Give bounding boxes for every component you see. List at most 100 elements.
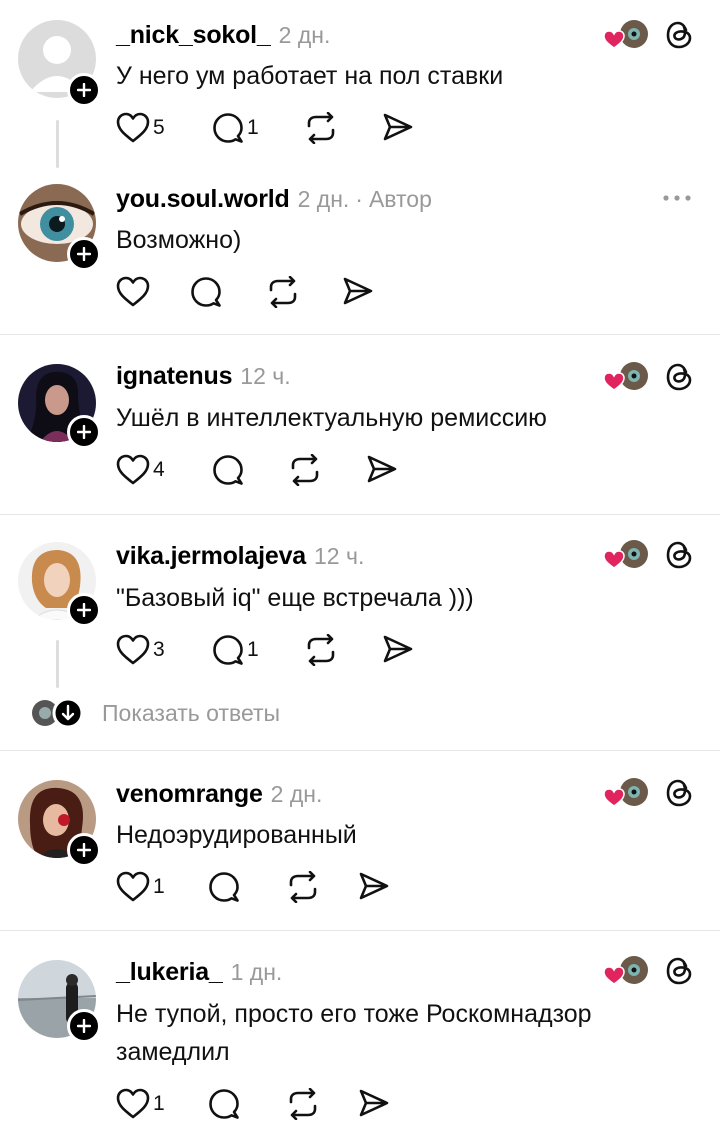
timestamp: 2 дн. bbox=[297, 186, 350, 212]
heart-icon bbox=[116, 1088, 150, 1119]
like-count: 4 bbox=[153, 458, 165, 481]
reply-count: 1 bbox=[247, 638, 259, 661]
comment-button[interactable]: 1 bbox=[212, 634, 259, 666]
repost-icon bbox=[289, 871, 317, 903]
follow-plus-icon[interactable] bbox=[67, 1009, 101, 1043]
threads-logo-icon[interactable] bbox=[664, 955, 694, 987]
comment-text: Недоэрудированный bbox=[116, 821, 357, 849]
like-count: 1 bbox=[153, 1092, 165, 1115]
comment-text: Не тупой, просто его тоже Роскомнадзор з… bbox=[116, 1000, 592, 1066]
timestamp: 2 дн. bbox=[278, 22, 331, 48]
comment-text: Ушёл в интеллектуальную ремиссию bbox=[116, 404, 547, 432]
share-icon bbox=[359, 1089, 389, 1117]
threads-logo-icon[interactable] bbox=[664, 19, 694, 51]
author-label: Автор bbox=[368, 186, 432, 212]
more-icon bbox=[663, 195, 691, 201]
like-button[interactable]: 1 bbox=[116, 871, 165, 903]
divider bbox=[0, 750, 720, 751]
comment-text: "Базовый iq" еще встречала ))) bbox=[116, 584, 474, 612]
repost-icon bbox=[289, 1088, 317, 1120]
share-button[interactable] bbox=[358, 871, 390, 901]
like-button[interactable] bbox=[116, 276, 150, 308]
username[interactable]: _lukeria_ bbox=[116, 958, 223, 987]
show-replies-button[interactable]: Показать ответы bbox=[28, 696, 280, 730]
comment-icon bbox=[191, 277, 221, 307]
repost-button[interactable] bbox=[304, 112, 338, 144]
repost-icon bbox=[269, 276, 297, 308]
heart-icon bbox=[116, 634, 150, 665]
follow-plus-icon[interactable] bbox=[67, 593, 101, 627]
like-button[interactable]: 3 bbox=[116, 634, 165, 666]
timestamp: 2 дн. bbox=[270, 781, 323, 807]
follow-plus-icon[interactable] bbox=[67, 73, 101, 107]
like-count: 1 bbox=[153, 875, 165, 898]
show-replies-label: Показать ответы bbox=[102, 699, 281, 726]
heart-icon bbox=[116, 276, 150, 307]
comment-text: У него ум работает на пол ставки bbox=[116, 62, 504, 90]
follow-plus-icon[interactable] bbox=[67, 833, 101, 867]
share-icon bbox=[367, 455, 397, 483]
repost-button[interactable] bbox=[286, 871, 320, 903]
divider bbox=[0, 930, 720, 931]
comment-button[interactable] bbox=[190, 276, 222, 308]
repost-icon bbox=[307, 112, 335, 144]
username[interactable]: ignatenus bbox=[116, 362, 232, 391]
separator: · bbox=[355, 186, 363, 212]
repost-icon bbox=[291, 454, 319, 486]
comment-icon bbox=[209, 1089, 239, 1119]
threads-logo-icon[interactable] bbox=[664, 361, 694, 393]
reply-avatars bbox=[32, 697, 84, 729]
heart-icon bbox=[116, 454, 150, 485]
thread-line bbox=[56, 640, 59, 688]
comment-text: Возможно) bbox=[116, 226, 242, 254]
divider bbox=[0, 334, 720, 335]
comment-button[interactable]: 1 bbox=[212, 112, 259, 144]
more-button[interactable] bbox=[662, 194, 692, 202]
liked-by-author-icon bbox=[604, 20, 648, 49]
repost-button[interactable] bbox=[288, 454, 322, 486]
comment-button[interactable] bbox=[208, 871, 240, 903]
liked-by-author-icon bbox=[604, 540, 648, 569]
share-button[interactable] bbox=[366, 454, 398, 484]
divider bbox=[0, 514, 720, 515]
liked-by-author-icon bbox=[604, 956, 648, 985]
share-button[interactable] bbox=[382, 112, 414, 142]
like-count: 3 bbox=[153, 638, 165, 661]
username[interactable]: vika.jermolajeva bbox=[116, 542, 306, 571]
comment-icon bbox=[213, 635, 243, 665]
comment-icon bbox=[213, 455, 243, 485]
timestamp: 12 ч. bbox=[314, 543, 365, 569]
username[interactable]: you.soul.world bbox=[116, 185, 290, 214]
share-icon bbox=[343, 277, 373, 305]
comment-button[interactable] bbox=[208, 1088, 240, 1120]
like-button[interactable]: 5 bbox=[116, 112, 165, 144]
reply-count: 1 bbox=[247, 116, 259, 139]
liked-by-author-icon bbox=[604, 778, 648, 807]
timestamp: 12 ч. bbox=[240, 363, 291, 389]
username[interactable]: _nick_sokol_ bbox=[116, 21, 271, 50]
like-button[interactable]: 4 bbox=[116, 454, 165, 486]
share-button[interactable] bbox=[342, 276, 374, 306]
share-button[interactable] bbox=[382, 634, 414, 664]
heart-icon bbox=[116, 871, 150, 902]
timestamp: 1 дн. bbox=[230, 959, 283, 985]
repost-button[interactable] bbox=[286, 1088, 320, 1120]
username[interactable]: venomrange bbox=[116, 780, 263, 809]
follow-plus-icon[interactable] bbox=[67, 415, 101, 449]
comment-icon bbox=[213, 113, 243, 143]
share-icon bbox=[383, 113, 413, 141]
liked-by-author-icon bbox=[604, 362, 648, 391]
threads-logo-icon[interactable] bbox=[664, 539, 694, 571]
share-icon bbox=[359, 872, 389, 900]
share-button[interactable] bbox=[358, 1088, 390, 1118]
threads-logo-icon[interactable] bbox=[664, 777, 694, 809]
repost-icon bbox=[307, 634, 335, 666]
like-count: 5 bbox=[153, 116, 165, 139]
repost-button[interactable] bbox=[304, 634, 338, 666]
comment-button[interactable] bbox=[212, 454, 244, 486]
like-button[interactable]: 1 bbox=[116, 1088, 165, 1120]
share-icon bbox=[383, 635, 413, 663]
follow-plus-icon[interactable] bbox=[67, 237, 101, 271]
repost-button[interactable] bbox=[266, 276, 300, 308]
heart-icon bbox=[116, 112, 150, 143]
